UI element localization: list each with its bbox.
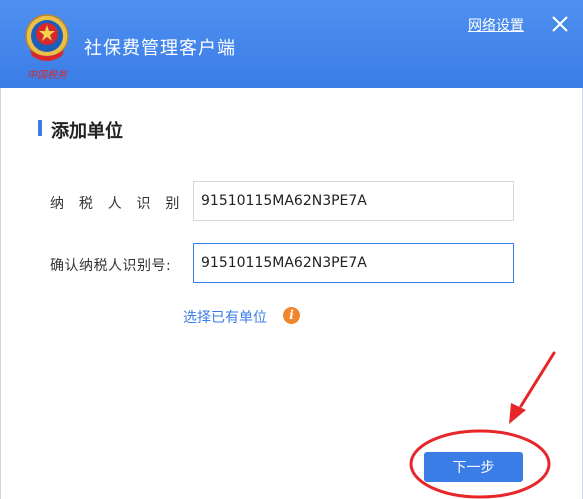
confirm-taxpayer-id-input[interactable]: [193, 243, 514, 283]
annotation-arrow-icon: [519, 351, 556, 408]
next-step-button[interactable]: 下一步: [424, 452, 523, 482]
info-icon[interactable]: i: [283, 307, 300, 324]
annotation-arrowhead-icon: [509, 403, 526, 424]
section-accent-bar: [38, 120, 42, 136]
confirm-taxpayer-id-label: 确认纳税人识别号:: [50, 258, 172, 274]
choose-existing-unit-link[interactable]: 选择已有单位: [183, 307, 267, 327]
dialog-content: 添加单位 纳 税 人 识 别 号: 确认纳税人识别号: 选择已有单位 i 下一步: [0, 88, 583, 499]
network-settings-link[interactable]: 网络设置: [468, 15, 524, 35]
title-bar: 中国税务 社保费管理客户端 网络设置: [0, 0, 583, 88]
app-title: 社保费管理客户端: [84, 38, 236, 59]
section-title: 添加单位: [51, 121, 123, 142]
tax-emblem-logo: 中国税务: [25, 14, 69, 81]
taxpayer-id-input[interactable]: [193, 181, 514, 221]
close-icon[interactable]: [548, 12, 572, 36]
annotation-overlay: [409, 351, 556, 499]
logo-text: 中国税务: [27, 69, 68, 81]
